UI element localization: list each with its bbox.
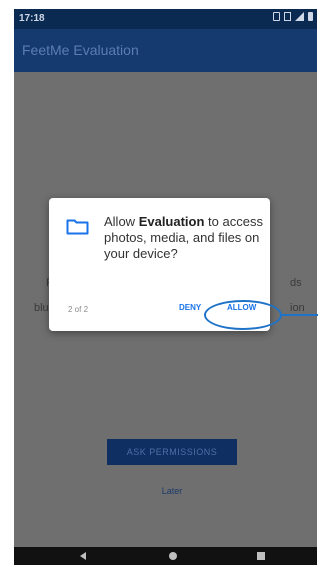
- later-link[interactable]: Later: [154, 486, 190, 496]
- permission-message: Allow Evaluation to access photos, media…: [104, 214, 263, 261]
- status-icons: [273, 12, 313, 21]
- app-bar: FeetMe Evaluation: [14, 29, 317, 72]
- signal-icon: [295, 12, 304, 21]
- folder-icon: [66, 219, 89, 235]
- background-text-fragment: ion: [290, 302, 305, 314]
- navigation-bar: [14, 547, 317, 565]
- home-icon[interactable]: [169, 552, 177, 560]
- deny-button[interactable]: DENY: [179, 303, 207, 312]
- allow-highlight-ellipse: [204, 300, 282, 330]
- status-time: 17:18: [19, 13, 45, 24]
- recents-icon[interactable]: [257, 552, 265, 560]
- back-icon[interactable]: [80, 552, 86, 560]
- notification-icon: [273, 12, 280, 21]
- background-text-fragment: ds: [290, 277, 302, 289]
- step-indicator: 2 of 2: [68, 305, 89, 314]
- app-title: FeetMe Evaluation: [22, 42, 139, 58]
- status-bar: 17:18: [14, 9, 317, 29]
- battery-icon: [308, 12, 313, 21]
- sim-icon: [284, 12, 291, 21]
- background-text-fragment: blu: [34, 302, 49, 314]
- ask-permissions-button[interactable]: ASK PERMISSIONS: [107, 439, 237, 465]
- app-name: Evaluation: [138, 214, 205, 229]
- callout-line: [282, 314, 318, 316]
